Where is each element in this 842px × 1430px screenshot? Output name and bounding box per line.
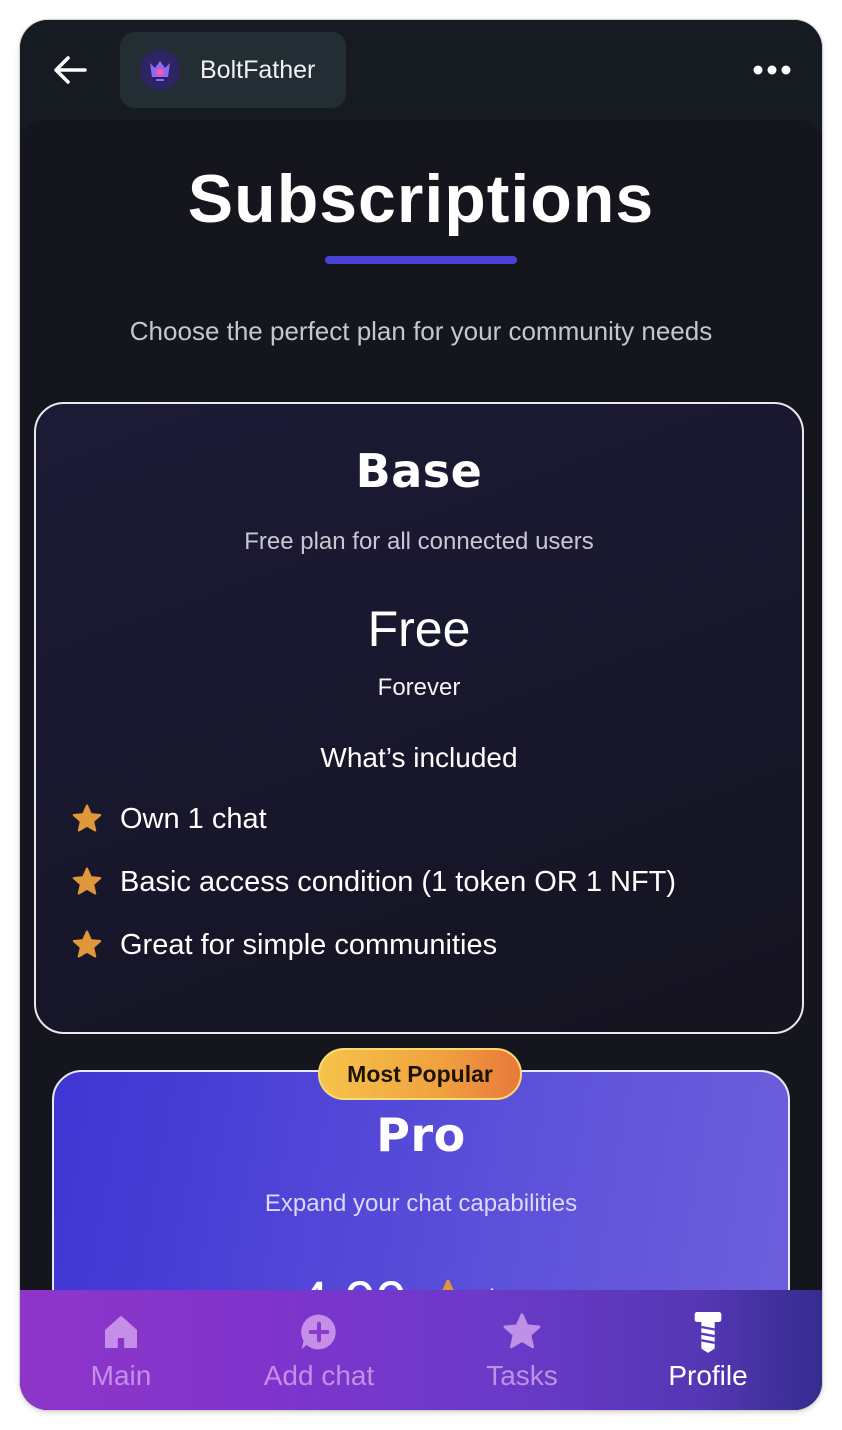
most-popular-badge: Most Popular	[318, 1048, 522, 1100]
star-icon	[503, 1313, 541, 1349]
bot-chip[interactable]: BoltFather	[120, 32, 346, 108]
page-title: Subscriptions	[187, 161, 655, 237]
nav-item-tasks[interactable]: Tasks	[470, 1290, 574, 1410]
star-icon	[72, 867, 102, 895]
title-underline	[325, 256, 517, 264]
nav-item-profile[interactable]: Profile	[658, 1290, 758, 1410]
back-button[interactable]	[50, 50, 90, 90]
plan-price: Free	[367, 601, 471, 657]
feature-item: Own 1 chat	[70, 802, 267, 836]
feature-item: Basic access condition (1 token OR 1 NFT…	[70, 865, 676, 899]
nav-label: Main	[90, 1360, 152, 1391]
star-icon	[72, 804, 102, 832]
bot-avatar	[140, 50, 180, 90]
nav-label: Profile	[668, 1360, 748, 1391]
nav-item-add-chat[interactable]: Add chat	[254, 1290, 384, 1410]
page-subtitle: Choose the perfect plan for your communi…	[129, 316, 713, 346]
plan-description: Free plan for all connected users	[244, 528, 594, 555]
nav-label: Tasks	[486, 1360, 558, 1391]
feature-text: Basic access condition (1 token OR 1 NFT…	[120, 865, 677, 898]
plan-card-base[interactable]: Base Free plan for all connected users F…	[34, 402, 804, 1034]
included-heading: What’s included	[320, 742, 518, 773]
bolt-icon	[694, 1312, 722, 1353]
more-options-button[interactable]	[750, 56, 794, 84]
nav-label: Add chat	[263, 1360, 375, 1391]
app-window: BoltFather Subscriptions Choose the perf…	[20, 20, 822, 1410]
subscriptions-page: Subscriptions Choose the perfect plan fo…	[20, 120, 822, 1410]
top-bar: BoltFather	[20, 20, 822, 130]
bot-name: BoltFather	[200, 55, 316, 84]
plan-name: Base	[355, 444, 483, 498]
feature-text: Own 1 chat	[120, 802, 267, 835]
star-icon	[72, 930, 102, 958]
nav-item-main[interactable]: Main	[70, 1290, 172, 1410]
plan-description: Expand your chat capabilities	[264, 1190, 578, 1217]
feature-item: Great for simple communities	[70, 928, 497, 962]
arrow-left-icon	[54, 56, 87, 84]
plan-name: Pro	[376, 1108, 466, 1162]
bot-logo-icon	[150, 61, 170, 81]
home-icon	[105, 1316, 137, 1348]
feature-text: Great for simple communities	[120, 928, 498, 961]
add-chat-icon	[301, 1314, 336, 1350]
bottom-nav: Main Add chat Tasks Profile	[20, 1290, 822, 1410]
plan-period: Forever	[377, 674, 461, 701]
more-horizontal-icon	[753, 65, 791, 75]
